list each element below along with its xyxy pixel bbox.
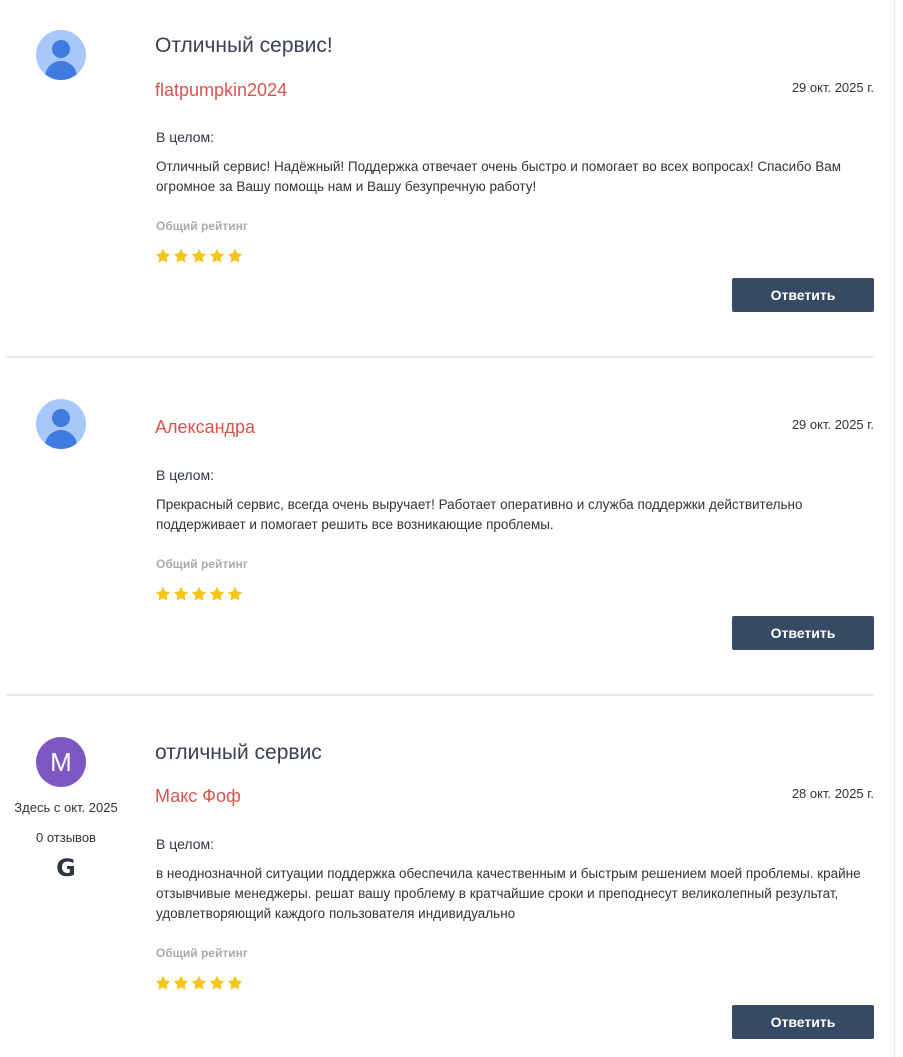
- star-icon: [155, 586, 171, 601]
- user-avatar-letter: M: [36, 737, 86, 787]
- review-title: Отличный сервис!: [155, 34, 333, 57]
- review-date: 29 окт. 2025 г.: [791, 417, 874, 432]
- review-count: 0 отзывов: [36, 830, 96, 845]
- user-avatar-icon: [36, 399, 86, 449]
- google-g-icon: G: [56, 854, 76, 882]
- review-date: 29 окт. 2025 г.: [791, 80, 874, 95]
- star-icon: [227, 248, 243, 263]
- rating-label: Общий рейтинг: [156, 219, 248, 233]
- star-icon: [155, 248, 171, 263]
- star-icon: [209, 248, 225, 263]
- overall-label: В целом:: [156, 836, 215, 852]
- star-icon: [173, 975, 189, 990]
- review-date: 28 окт. 2025 г.: [791, 786, 874, 801]
- review-title: отличный сервис: [155, 741, 322, 764]
- review-text: Прекрасный сервис, всегда очень выручает…: [156, 497, 803, 532]
- rating-label: Общий рейтинг: [156, 946, 248, 960]
- rating-label: Общий рейтинг: [156, 557, 248, 571]
- star-rating: [155, 248, 243, 264]
- star-icon: [173, 586, 189, 601]
- reply-button[interactable]: Ответить: [732, 278, 874, 312]
- page-scroll-edge: [894, 0, 895, 1057]
- review-author[interactable]: Макс Фоф: [155, 786, 241, 807]
- reply-button[interactable]: Ответить: [732, 1005, 874, 1039]
- overall-label: В целом:: [156, 129, 215, 145]
- star-rating: [155, 975, 243, 991]
- star-icon: [191, 975, 207, 990]
- review-divider: [6, 356, 874, 358]
- review-author[interactable]: Александра: [155, 417, 255, 438]
- star-rating: [155, 586, 243, 602]
- star-icon: [191, 586, 207, 601]
- star-icon: [227, 975, 243, 990]
- star-icon: [155, 975, 171, 990]
- star-icon: [173, 248, 189, 263]
- reply-button[interactable]: Ответить: [732, 616, 874, 650]
- star-icon: [227, 586, 243, 601]
- star-icon: [191, 248, 207, 263]
- review-divider: [6, 694, 874, 696]
- review-author[interactable]: flatpumpkin2024: [155, 80, 287, 101]
- review-text: в неоднозначной ситуации поддержка обесп…: [156, 866, 861, 921]
- review-text: Отличный сервис! Надёжный! Поддержка отв…: [156, 159, 842, 194]
- user-avatar-icon: [36, 30, 86, 80]
- overall-label: В целом:: [156, 467, 215, 483]
- member-since: Здесь с окт. 2025: [14, 800, 118, 815]
- star-icon: [209, 975, 225, 990]
- star-icon: [209, 586, 225, 601]
